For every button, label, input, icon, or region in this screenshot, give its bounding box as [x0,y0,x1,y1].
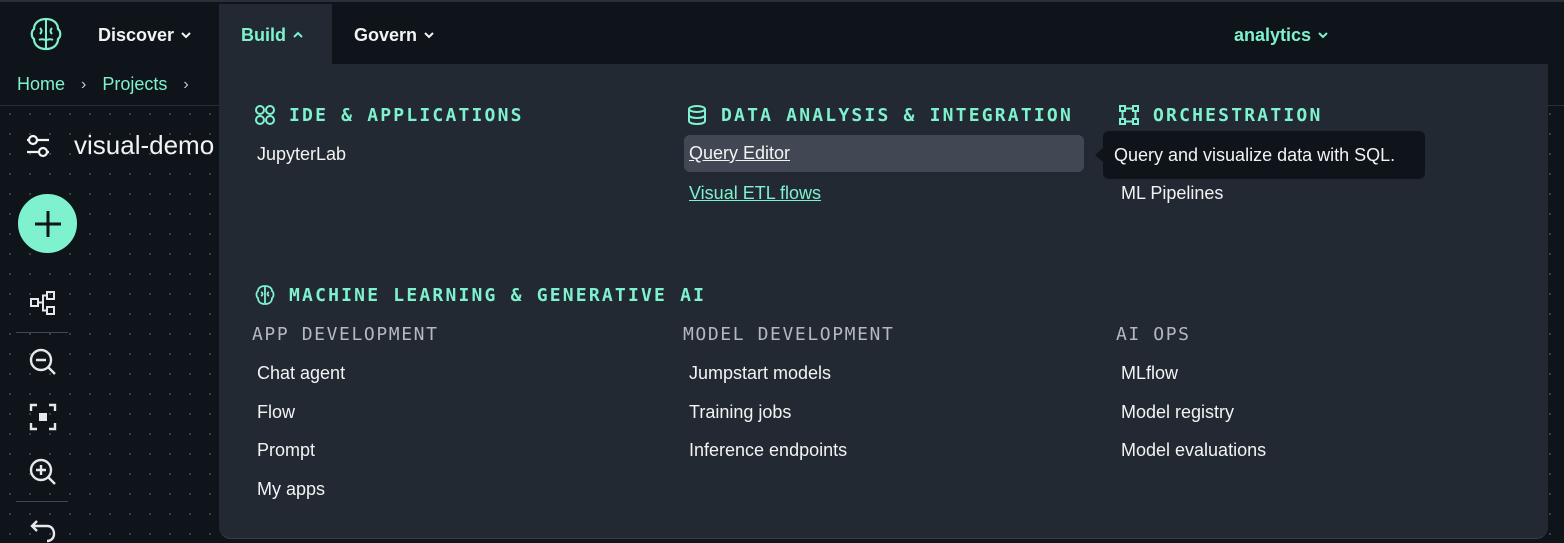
chevron-right-icon: › [183,75,189,93]
top-navigation-bar: Discover Build Govern analytics [0,0,1564,66]
project-switcher-label: analytics [1234,24,1312,45]
section-machine-learning: MACHINE LEARNING & GENERATIVE AI [254,284,706,306]
nav-build[interactable]: Build [219,4,332,66]
chevron-down-icon [1318,32,1328,39]
nav-discover-label: Discover [98,24,175,45]
menu-item-training-jobs[interactable]: Training jobs [689,402,791,423]
menu-item-jupyterlab[interactable]: JupyterLab [257,144,346,165]
sliders-icon [27,134,49,157]
grid-circles-icon [255,105,275,125]
plus-icon [34,210,61,237]
tooltip: Query and visualize data with SQL. [1095,131,1425,179]
nav-discover[interactable]: Discover [76,4,214,66]
project-title: visual-demo [24,130,214,161]
section-title: MACHINE LEARNING & GENERATIVE AI [289,284,707,306]
section-title: ORCHESTRATION [1153,104,1323,126]
brain-icon [255,285,275,305]
menu-item-chat-agent[interactable]: Chat agent [257,363,345,384]
menu-item-mlflow[interactable]: MLflow [1121,363,1178,384]
database-icon [688,105,706,126]
section-ide-applications: IDE & APPLICATIONS [254,104,524,126]
nav-govern[interactable]: Govern [332,4,457,66]
subsection-model-development: MODEL DEVELOPMENT [683,324,895,345]
toolbar-divider [16,332,68,333]
zoom-in-icon[interactable] [28,457,58,487]
subsection-ai-ops: AI OPS [1116,324,1191,345]
menu-item-prompt[interactable]: Prompt [257,440,315,461]
nav-govern-label: Govern [354,24,418,45]
brain-logo-icon[interactable] [28,16,64,52]
subsection-app-development: APP DEVELOPMENT [252,324,439,345]
breadcrumb-home[interactable]: Home [17,74,65,95]
breadcrumb-projects[interactable]: Projects [102,74,167,95]
menu-item-jumpstart-models[interactable]: Jumpstart models [689,363,831,384]
tooltip-text: Query and visualize data with SQL. [1114,144,1396,165]
chevron-down-icon [181,32,191,39]
menu-item-ml-pipelines[interactable]: ML Pipelines [1121,183,1223,204]
chevron-down-icon [424,32,434,39]
section-data-analysis: DATA ANALYSIS & INTEGRATION [686,104,1073,126]
workflow-icon [1119,105,1139,125]
project-title-text: visual-demo [74,130,215,160]
section-title: DATA ANALYSIS & INTEGRATION [721,104,1073,126]
menu-item-my-apps[interactable]: My apps [257,479,325,500]
project-switcher[interactable]: analytics [1212,4,1351,66]
menu-item-query-editor[interactable]: Query Editor [684,135,1084,172]
menu-item-flow[interactable]: Flow [257,402,295,423]
auto-layout-icon[interactable] [28,288,58,318]
fit-view-icon[interactable] [28,402,58,432]
section-title: IDE & APPLICATIONS [289,104,524,126]
section-orchestration: ORCHESTRATION [1118,104,1322,126]
toolbar-divider [16,501,68,502]
menu-item-visual-etl-flows[interactable]: Visual ETL flows [689,183,821,204]
undo-icon[interactable] [28,513,58,543]
chevron-up-icon [293,31,303,38]
menu-item-model-evaluations[interactable]: Model evaluations [1121,440,1266,461]
add-node-button[interactable] [16,192,79,255]
zoom-out-icon[interactable] [28,347,58,377]
menu-item-model-registry[interactable]: Model registry [1121,402,1234,423]
chevron-right-icon: › [81,75,87,93]
nav-build-label: Build [241,24,286,45]
menu-item-inference-endpoints[interactable]: Inference endpoints [689,440,847,461]
